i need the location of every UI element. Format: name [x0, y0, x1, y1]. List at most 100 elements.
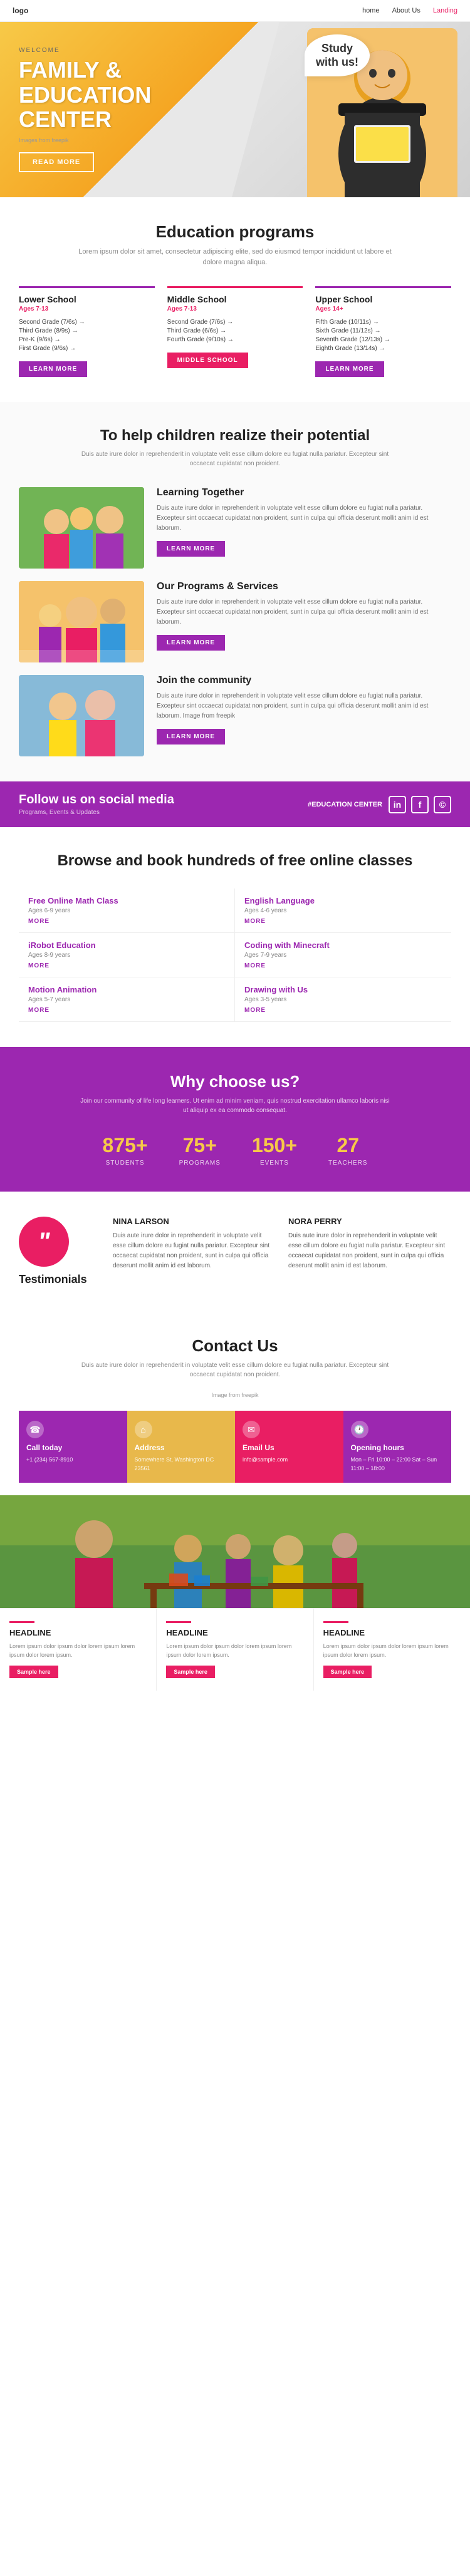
edu-lower-item-2: Pre-K (9/6s) →: [19, 336, 155, 343]
class-1-age: Ages 4-6 years: [244, 907, 442, 914]
class-3-more-btn[interactable]: MORE: [244, 962, 442, 969]
footer-col-0-title: HEADLINE: [9, 1628, 147, 1637]
hero-welcome: WELCOME: [19, 47, 151, 54]
contact-source: Image from freepik: [19, 1392, 451, 1398]
help-text-2: Join the community Duis aute irure dolor…: [157, 675, 451, 744]
edu-lower-item-1: Third Grade (8/9s) →: [19, 327, 155, 334]
testimonials-label-col: " Testimonials: [19, 1217, 100, 1286]
education-programs-section: Education programs Lorem ipsum dolor sit…: [0, 197, 470, 402]
contact-box-2-title: Email Us: [243, 1443, 274, 1452]
help-img-0: [19, 487, 144, 569]
edu-col-lower: Lower School Ages 7-13 Second Grade (7/6…: [19, 286, 155, 377]
browse-classes-section: Browse and book hundreds of free online …: [0, 827, 470, 1047]
testimonial-0-body: Duis aute irure dolor in reprehenderit i…: [113, 1231, 276, 1271]
edu-lower-age: Ages 7-13: [19, 306, 155, 312]
footer-col-2-body: Lorem ipsum dolor ipsum dolor lorem ipsu…: [323, 1642, 461, 1659]
testimonials-section: " Testimonials NINA LARSON Duis aute iru…: [0, 1192, 470, 1311]
contact-box-3: 🕐 Opening hours Mon – Fri 10:00 – 22:00 …: [343, 1411, 452, 1483]
address-icon: ⌂: [135, 1421, 152, 1438]
stat-3-number: 27: [328, 1134, 367, 1157]
edu-lower-btn[interactable]: LEARN MORE: [19, 361, 87, 377]
footer-col-2-btn[interactable]: Sample here: [323, 1666, 372, 1678]
classes-grid: Free Online Math Class Ages 6-9 years MO…: [19, 889, 451, 1022]
education-programs-grid: Lower School Ages 7-13 Second Grade (7/6…: [19, 286, 451, 377]
stat-2: 150+ EVENTS: [252, 1134, 297, 1167]
class-4-title: Motion Animation: [28, 985, 225, 994]
contact-box-1-title: Address: [135, 1443, 165, 1452]
stat-1-number: 75+: [179, 1134, 221, 1157]
nav-landing[interactable]: Landing: [433, 7, 457, 14]
why-title: Why choose us?: [19, 1072, 451, 1091]
class-item-5: Drawing with Us Ages 3-5 years MORE: [235, 977, 451, 1022]
nav-home[interactable]: home: [362, 7, 380, 14]
testimonials-label-text: Testimonials: [19, 1273, 100, 1286]
stat-1-label: PROGRAMS: [179, 1160, 221, 1167]
help-item-0-body: Duis aute irure dolor in reprehenderit i…: [157, 503, 451, 533]
edu-upper-item-2: Seventh Grade (12/13s) →: [315, 336, 451, 343]
footer-col-1-body: Lorem ipsum dolor ipsum dolor lorem ipsu…: [166, 1642, 303, 1659]
linkedin-icon[interactable]: in: [389, 796, 406, 813]
help-children-section: To help children realize their potential…: [0, 402, 470, 781]
edu-middle-btn[interactable]: MIDDLE SCHOOL: [167, 353, 248, 368]
social-icons-group: in f ©: [389, 796, 451, 813]
hero-read-more-button[interactable]: READ MORE: [19, 152, 94, 172]
help-item-2-btn[interactable]: LEARN MORE: [157, 729, 225, 744]
children-1-svg: [19, 487, 144, 569]
why-choose-section: Why choose us? Join our community of lif…: [0, 1047, 470, 1192]
help-row-0: Learning Together Duis aute irure dolor …: [19, 487, 451, 569]
help-item-1-body: Duis aute irure dolor in reprehenderit i…: [157, 597, 451, 627]
nav-about[interactable]: About Us: [392, 7, 420, 14]
email-icon: ✉: [243, 1421, 260, 1438]
contact-box-0: ☎ Call today +1 (234) 567-8910: [19, 1411, 127, 1483]
contact-box-2-info: info@sample.com: [243, 1456, 288, 1465]
class-0-more-btn[interactable]: MORE: [28, 918, 225, 925]
class-2-more-btn[interactable]: MORE: [28, 962, 225, 969]
footer-line-1: [166, 1621, 191, 1623]
footer-col-1-title: HEADLINE: [166, 1628, 303, 1637]
edu-lower-item-0: Second Grade (7/6s) →: [19, 319, 155, 326]
edu-middle-item-0: Second Grade (7/6s) →: [167, 319, 303, 326]
browse-title: Browse and book hundreds of free online …: [19, 852, 451, 870]
footer-col-0-btn[interactable]: Sample here: [9, 1666, 58, 1678]
stat-3-label: TEACHERS: [328, 1160, 367, 1167]
edu-upper-title: Upper School: [315, 294, 451, 304]
children-2-svg: [19, 581, 144, 662]
edu-col-upper: Upper School Ages 14+ Fifth Grade (10/11…: [315, 286, 451, 377]
hero-source: Images from freepik: [19, 137, 151, 143]
class-item-2: iRobot Education Ages 8-9 years MORE: [19, 933, 235, 977]
help-item-0-btn[interactable]: LEARN MORE: [157, 541, 225, 557]
help-item-0-title: Learning Together: [157, 487, 451, 498]
hero-bubble: Study with us!: [305, 34, 370, 76]
class-4-more-btn[interactable]: MORE: [28, 1007, 225, 1014]
footer-col-1-btn[interactable]: Sample here: [166, 1666, 215, 1678]
edu-col-middle: Middle School Ages 7-13 Second Grade (7/…: [167, 286, 303, 377]
footer-col-0: HEADLINE Lorem ipsum dolor ipsum dolor l…: [0, 1609, 157, 1691]
help-item-1-btn[interactable]: LEARN MORE: [157, 635, 225, 651]
facebook-icon[interactable]: f: [411, 796, 429, 813]
stats-row: 875+ STUDENTS 75+ PROGRAMS 150+ EVENTS 2…: [19, 1134, 451, 1167]
edu-upper-age: Ages 14+: [315, 306, 451, 312]
stat-1: 75+ PROGRAMS: [179, 1134, 221, 1167]
help-subtitle: Duis aute irure dolor in reprehenderit i…: [78, 450, 392, 468]
edu-middle-age: Ages 7-13: [167, 306, 303, 312]
logo: logo: [13, 6, 28, 15]
help-grid: Learning Together Duis aute irure dolor …: [19, 487, 451, 756]
quote-mark: ": [38, 1229, 50, 1254]
class-5-title: Drawing with Us: [244, 985, 442, 994]
contact-subtitle: Duis aute irure dolor in reprehenderit i…: [78, 1361, 392, 1379]
hero-section: WELCOME FAMILY & EDUCATION CENTER Images…: [0, 22, 470, 197]
class-item-3: Coding with Minecraft Ages 7-9 years MOR…: [235, 933, 451, 977]
social-bar-subtitle: Programs, Events & Updates: [19, 809, 174, 816]
class-5-more-btn[interactable]: MORE: [244, 1007, 442, 1014]
edu-upper-btn[interactable]: LEARN MORE: [315, 361, 384, 377]
testimonial-0-name: NINA LARSON: [113, 1217, 276, 1226]
social-bar-left: Follow us on social media Programs, Even…: [19, 793, 174, 816]
instagram-icon[interactable]: ©: [434, 796, 451, 813]
help-item-2-body: Duis aute irure dolor in reprehenderit i…: [157, 691, 451, 721]
class-5-age: Ages 3-5 years: [244, 996, 442, 1003]
contact-box-1-info: Somewhere St, Washington DC 23561: [135, 1456, 228, 1473]
edu-upper-item-0: Fifth Grade (10/11s) →: [315, 319, 451, 326]
contact-boxes: ☎ Call today +1 (234) 567-8910 ⌂ Address…: [19, 1411, 451, 1483]
class-1-more-btn[interactable]: MORE: [244, 918, 442, 925]
help-img-2: [19, 675, 144, 756]
